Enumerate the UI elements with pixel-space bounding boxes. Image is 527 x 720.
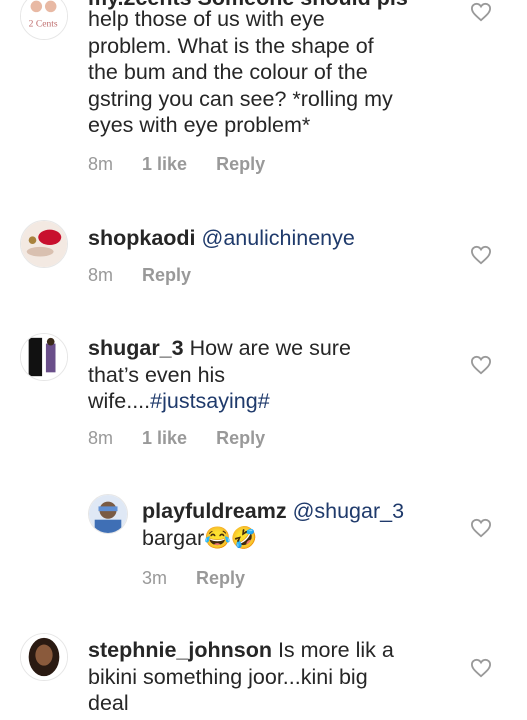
like-button[interactable]	[470, 245, 492, 265]
comment-line: the bum and the colour of the	[88, 60, 368, 84]
username[interactable]: shugar_3	[88, 336, 184, 360]
comment-body: How are we sure	[189, 336, 351, 360]
avatar-stephnie-icon	[21, 634, 67, 680]
like-button[interactable]	[470, 658, 492, 678]
comment-meta: 8m 1 like Reply	[88, 154, 289, 175]
reply-button[interactable]: Reply	[216, 154, 265, 175]
comment-line: eyes with eye problem*	[88, 113, 311, 137]
comment-text: playfuldreamz @shugar_3 bargar😂🤣	[142, 498, 404, 551]
comment-line: stephnie_johnson Is more lik a	[88, 637, 438, 664]
avatar[interactable]	[88, 494, 128, 534]
comment-line: deal	[88, 691, 129, 715]
reply-button[interactable]: Reply	[216, 428, 265, 449]
comment-line: shugar_3 How are we sure	[88, 335, 418, 362]
avatar-2cents-icon: 2 Cents	[21, 0, 67, 39]
comment-text: help those of us with eye problem. What …	[88, 6, 448, 139]
avatar[interactable]	[20, 220, 68, 268]
comment-body: wife....	[88, 389, 151, 413]
reply-button[interactable]: Reply	[142, 265, 191, 286]
comment-text: shopkaodi @anulichinenye	[88, 225, 355, 252]
heart-icon	[470, 355, 492, 375]
avatar[interactable]	[20, 633, 68, 681]
comment-line: that’s even his	[88, 362, 226, 387]
comment-meta: 8m Reply	[88, 265, 215, 286]
comment-body: Is more lik a	[277, 638, 394, 662]
heart-icon	[470, 518, 492, 538]
hashtag-link[interactable]: #justsaying#	[150, 389, 270, 413]
comment-body: bargar😂🤣	[142, 525, 258, 550]
comment-line: problem. What is the shape of	[88, 33, 374, 58]
like-button[interactable]	[470, 355, 492, 375]
comment-line: wife....#justsaying#	[88, 388, 418, 415]
comment-meta: 3m Reply	[142, 568, 269, 589]
reply-button[interactable]: Reply	[196, 568, 245, 589]
heart-icon	[470, 658, 492, 678]
comment-line: gstring you can see? *rolling my	[88, 86, 393, 111]
comment-meta: 8m 1 like Reply	[88, 428, 289, 449]
like-count[interactable]: 1 like	[142, 154, 187, 175]
avatar[interactable]: 2 Cents	[20, 0, 68, 40]
username[interactable]: stephnie_johnson	[88, 638, 272, 662]
mention-link[interactable]: @anulichinenye	[202, 226, 355, 250]
svg-text:2 Cents: 2 Cents	[29, 19, 58, 30]
timestamp: 8m	[88, 265, 114, 285]
username[interactable]: shopkaodi	[88, 226, 196, 250]
like-button[interactable]	[470, 2, 492, 22]
avatar-shugar-icon	[21, 334, 67, 380]
avatar-shopkaodi-icon	[21, 221, 67, 267]
mention-link[interactable]: @shugar_3	[293, 499, 404, 523]
timestamp: 8m	[88, 428, 114, 448]
like-count[interactable]: 1 like	[142, 428, 187, 449]
comment-text: stephnie_johnson Is more lik a bikini so…	[88, 637, 438, 717]
avatar[interactable]	[20, 333, 68, 381]
timestamp: 3m	[142, 568, 168, 588]
like-button[interactable]	[470, 518, 492, 538]
username[interactable]: playfuldreamz	[142, 499, 287, 523]
comment-top-partial: my.2cents Someone should pls	[88, 0, 408, 11]
comment-text: shugar_3 How are we sure that’s even his…	[88, 335, 418, 415]
comment-line: bikini something joor...kini big	[88, 664, 368, 689]
comment-line: playfuldreamz @shugar_3	[142, 498, 404, 525]
avatar-playfuldreamz-icon	[89, 495, 127, 533]
heart-icon	[470, 245, 492, 265]
timestamp: 8m	[88, 154, 114, 174]
heart-icon	[470, 2, 492, 22]
